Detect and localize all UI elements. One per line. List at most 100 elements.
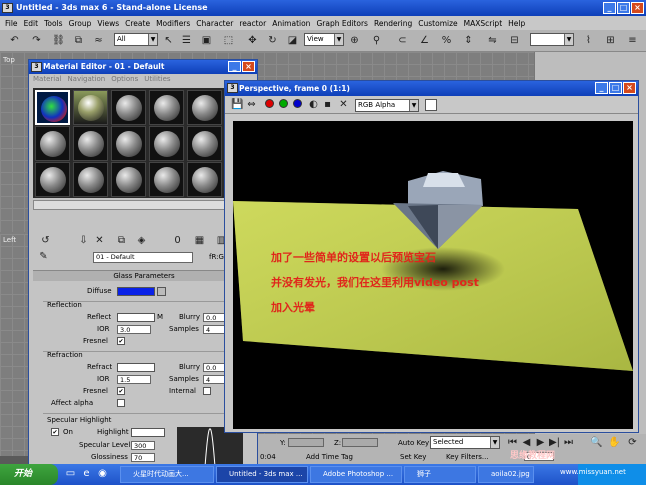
material-editor-titlebar[interactable]: 3 Material Editor - 01 - Default _ × xyxy=(29,60,257,74)
link-icon[interactable]: ⛓ xyxy=(52,34,65,47)
angle-snap-icon[interactable]: ∠ xyxy=(418,34,431,47)
auto-key-button[interactable]: Auto Key xyxy=(398,439,429,447)
reference-coordinate-dropdown[interactable]: View ▼ xyxy=(304,33,344,46)
menu-tools[interactable]: Tools xyxy=(41,19,65,28)
unlink-icon[interactable]: ⧉ xyxy=(72,34,85,47)
clone-window-icon[interactable]: ⇔ xyxy=(245,98,258,111)
menu-help[interactable]: Help xyxy=(505,19,528,28)
media-icon[interactable]: ◉ xyxy=(96,467,109,480)
put-material-icon[interactable]: ⇩ xyxy=(77,234,90,247)
sample-slot[interactable] xyxy=(73,90,108,125)
material-name-field[interactable]: 01 - Default xyxy=(93,252,193,263)
rollout-title[interactable]: Glass Parameters xyxy=(33,271,255,281)
diffuse-map-button[interactable] xyxy=(157,287,166,296)
main-window-titlebar[interactable]: 3 Untitled - 3ds max 6 - Stand-alone Lic… xyxy=(0,0,646,16)
refraction-ior-field[interactable]: 1.5 xyxy=(117,375,151,384)
key-filters-button[interactable]: Key Filters... xyxy=(446,453,489,461)
menu-views[interactable]: Views xyxy=(94,19,122,28)
red-channel-icon[interactable] xyxy=(265,99,274,108)
sample-slot[interactable] xyxy=(73,126,108,161)
curve-editor-icon[interactable]: ⌇ xyxy=(582,34,595,47)
sample-slot[interactable] xyxy=(149,90,184,125)
get-material-icon[interactable]: ↺ xyxy=(39,234,52,247)
left-viewport-label[interactable]: Left xyxy=(3,236,16,244)
internal-checkbox[interactable] xyxy=(203,387,211,395)
pan-icon[interactable]: ✋ xyxy=(608,436,621,449)
menu-modifiers[interactable]: Modifiers xyxy=(153,19,193,28)
bind-space-warp-icon[interactable]: ≈ xyxy=(92,34,105,47)
menu-edit[interactable]: Edit xyxy=(21,19,42,28)
specular-on-checkbox[interactable]: ✔ xyxy=(51,428,59,436)
affect-alpha-checkbox[interactable] xyxy=(117,399,125,407)
alpha-channel-icon[interactable]: ◐ xyxy=(307,98,320,111)
close-button[interactable]: × xyxy=(242,61,255,72)
scale-icon[interactable]: ◪ xyxy=(286,34,299,47)
reflect-map-button[interactable]: M xyxy=(157,313,163,321)
move-icon[interactable]: ✥ xyxy=(246,34,259,47)
top-viewport-label[interactable]: Top xyxy=(3,56,15,64)
schematic-view-icon[interactable]: ⊞ xyxy=(604,34,617,47)
key-mode-dropdown[interactable]: Selected ▼ xyxy=(430,436,500,449)
maximize-button[interactable]: □ xyxy=(617,2,630,14)
green-channel-icon[interactable] xyxy=(279,99,288,108)
blue-channel-icon[interactable] xyxy=(293,99,302,108)
copy-material-icon[interactable]: ⧉ xyxy=(115,234,128,247)
minimize-button[interactable]: _ xyxy=(595,82,608,94)
menu-customize[interactable]: Customize xyxy=(415,19,460,28)
align-icon[interactable]: ⊟ xyxy=(508,34,521,47)
save-bitmap-icon[interactable]: 💾 xyxy=(231,98,244,111)
monochrome-icon[interactable]: ▪ xyxy=(321,98,334,111)
set-key-button[interactable]: Set Key xyxy=(400,453,426,461)
selection-filter-dropdown[interactable]: All ▼ xyxy=(114,33,158,46)
menu-options[interactable]: Options xyxy=(111,74,138,85)
orbit-icon[interactable]: ⟳ xyxy=(626,436,639,449)
undo-icon[interactable]: ↶ xyxy=(8,34,21,47)
sample-slot[interactable] xyxy=(149,126,184,161)
sample-slot[interactable] xyxy=(111,162,146,197)
render-window-titlebar[interactable]: 3 Perspective, frame 0 (1:1) _ □ × xyxy=(225,81,638,96)
sample-slot[interactable] xyxy=(35,90,70,125)
highlight-color-swatch[interactable] xyxy=(131,428,165,437)
y-coord-field[interactable] xyxy=(288,438,324,447)
rectangular-selection-icon[interactable]: ▣ xyxy=(200,34,213,47)
add-time-tag-button[interactable]: Add Time Tag xyxy=(306,453,353,461)
spinner-snap-icon[interactable]: ⇕ xyxy=(462,34,475,47)
select-by-name-icon[interactable]: ☰ xyxy=(180,34,193,47)
sample-slot[interactable] xyxy=(35,162,70,197)
material-editor-icon[interactable]: ≡ xyxy=(626,34,639,47)
menu-character[interactable]: Character xyxy=(193,19,236,28)
sample-slot[interactable] xyxy=(187,90,222,125)
minimize-button[interactable]: _ xyxy=(603,2,616,14)
rotate-icon[interactable]: ↻ xyxy=(266,34,279,47)
slots-scrollbar[interactable] xyxy=(33,200,253,210)
clear-icon[interactable]: ✕ xyxy=(337,98,350,111)
pick-material-icon[interactable]: ✎ xyxy=(37,250,50,263)
taskbar-item[interactable]: 狮子 xyxy=(404,466,476,483)
go-to-end-icon[interactable]: ⏭ xyxy=(562,436,575,449)
menu-graph-editors[interactable]: Graph Editors xyxy=(313,19,371,28)
maximize-button[interactable]: □ xyxy=(609,82,622,94)
material-id-icon[interactable]: 0 xyxy=(171,234,184,247)
menu-utilities[interactable]: Utilities xyxy=(144,74,170,85)
sample-slot[interactable] xyxy=(187,126,222,161)
menu-navigation[interactable]: Navigation xyxy=(67,74,105,85)
menu-rendering[interactable]: Rendering xyxy=(371,19,415,28)
glossiness-field[interactable]: 70 xyxy=(131,453,155,462)
taskbar-item-active[interactable]: Untitled - 3ds max ... xyxy=(216,466,308,483)
sample-slot[interactable] xyxy=(187,162,222,197)
reflect-color-swatch[interactable] xyxy=(117,313,155,322)
sample-slot[interactable] xyxy=(35,126,70,161)
menu-group[interactable]: Group xyxy=(66,19,95,28)
perspective-render-window[interactable]: 3 Perspective, frame 0 (1:1) _ □ × 💾 ⇔ ◐… xyxy=(224,80,639,433)
close-button[interactable]: × xyxy=(631,2,644,14)
menu-create[interactable]: Create xyxy=(122,19,153,28)
mirror-icon[interactable]: ⇋ xyxy=(486,34,499,47)
show-desktop-icon[interactable]: ▭ xyxy=(64,467,77,480)
show-map-icon[interactable]: ▦ xyxy=(193,234,206,247)
diffuse-color-swatch[interactable] xyxy=(117,287,155,296)
ie-icon[interactable]: e xyxy=(80,467,93,480)
refract-color-swatch[interactable] xyxy=(117,363,155,372)
window-crossing-icon[interactable]: ⬚ xyxy=(222,34,235,47)
menu-maxscript[interactable]: MAXScript xyxy=(461,19,506,28)
taskbar-item[interactable]: Adobe Photoshop ... xyxy=(310,466,402,483)
